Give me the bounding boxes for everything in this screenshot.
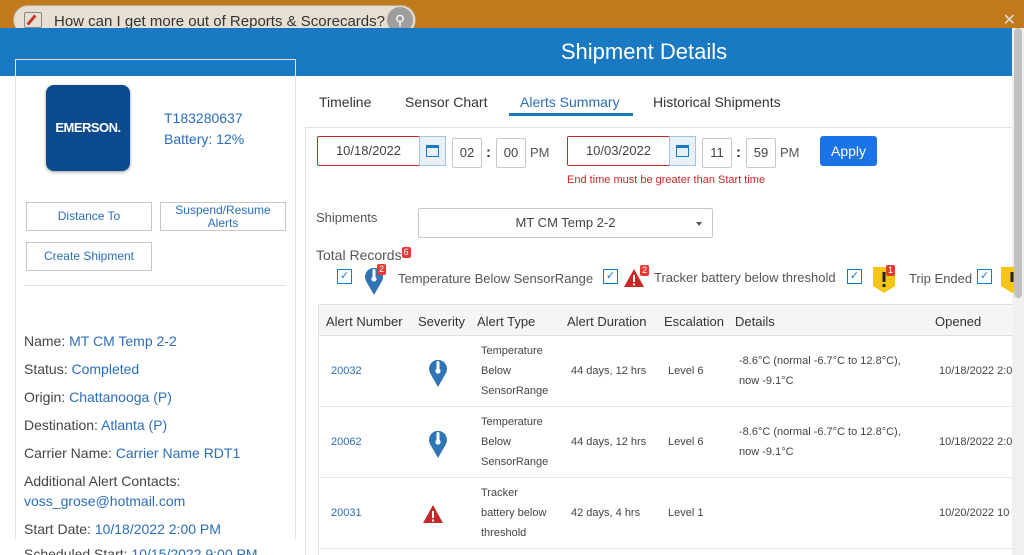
end-calendar-button[interactable] [669, 136, 696, 166]
create-shipment-button[interactable]: Create Shipment [26, 242, 152, 271]
emerson-logo: EMERSON. [46, 85, 130, 171]
alerts-summary-panel: 10/18/2022 02 : 00 PM 10/03/2022 11 : 59… [305, 127, 1014, 555]
thermometer-pin-icon [427, 427, 449, 464]
divider [24, 285, 286, 286]
alert-type: Temperature Below SensorRange [481, 345, 549, 397]
info-destination: Destination: Atlanta (P) [24, 417, 168, 433]
alert-type: Tracker battery below threshold [481, 487, 547, 539]
opened-date: 10/20/2022 10 [939, 507, 1010, 519]
thermometer-pin-icon: 2 [363, 264, 387, 296]
escalation-level: Level 6 [668, 365, 704, 377]
active-tab-underline [509, 113, 633, 116]
start-minute-input[interactable]: 00 [496, 138, 526, 168]
alerts-table: Alert Number Severity Alert Type Alert D… [318, 304, 1013, 555]
header-severity[interactable]: Severity [418, 314, 465, 329]
filter-checkbox-extra[interactable]: ✓ [977, 269, 992, 284]
table-row[interactable]: 20031 Tracker battery below threshold 42 d… [319, 478, 1013, 549]
battery-level: Battery: 12% [164, 131, 245, 147]
filter-label-trip-ended: Trip Ended [909, 271, 973, 286]
tab-timeline[interactable]: Timeline [319, 94, 371, 110]
tab-historical-shipments[interactable]: Historical Shipments [653, 94, 781, 110]
start-ampm[interactable]: PM [530, 145, 550, 160]
trip-ended-flag-icon: 1 [872, 265, 896, 294]
shipments-select[interactable]: MT CM Temp 2-2 [418, 208, 713, 238]
total-records: Total Records 6 [316, 247, 411, 263]
chevron-down-icon [696, 222, 702, 226]
header-alert-duration[interactable]: Alert Duration [567, 314, 646, 329]
end-date-input[interactable]: 10/03/2022 [567, 136, 670, 166]
info-origin: Origin: Chattanooga (P) [24, 389, 172, 405]
battery-filter-badge: 2 [640, 265, 650, 276]
origin-link[interactable]: Chattanooga (P) [69, 389, 172, 405]
end-minute-input[interactable]: 59 [746, 138, 776, 168]
suspend-resume-alerts-button[interactable]: Suspend/Resume Alerts [160, 202, 286, 231]
header-alert-number[interactable]: Alert Number [326, 314, 403, 329]
start-time-colon: : [486, 144, 491, 161]
alert-number-link[interactable]: 20062 [331, 432, 362, 452]
scrollbar-thumb[interactable] [1014, 28, 1022, 298]
calendar-icon [426, 145, 439, 157]
alert-type: Temperature Below SensorRange [481, 416, 549, 468]
info-scheduled-start: Scheduled Start: 10/15/2022 9:00 PM [24, 546, 258, 555]
warning-triangle-icon: 2 [623, 265, 650, 288]
end-hour-input[interactable]: 11 [702, 138, 732, 168]
table-header: Alert Number Severity Alert Type Alert D… [319, 305, 1013, 336]
validation-error: End time must be greater than Start time [567, 174, 766, 186]
info-additional-contacts: voss_grose@hotmail.com [24, 493, 186, 509]
end-ampm[interactable]: PM [780, 145, 800, 160]
distance-to-button[interactable]: Distance To [26, 202, 152, 231]
alert-duration: 44 days, 12 hrs [571, 436, 647, 448]
opened-date: 10/18/2022 2:0 [939, 436, 1013, 448]
opened-date: 10/18/2022 2:0 [939, 365, 1013, 377]
warning-flag-icon [1000, 266, 1014, 294]
shipments-selected-value: MT CM Temp 2-2 [515, 215, 616, 230]
device-info-panel: EMERSON. T183280637 Battery: 12% Distanc… [15, 59, 296, 555]
close-icon[interactable]: ✕ [1003, 10, 1016, 30]
warning-triangle-icon [422, 504, 444, 529]
total-records-badge: 6 [401, 247, 411, 258]
alert-number-link[interactable]: 20031 [331, 503, 362, 523]
start-date-input[interactable]: 10/18/2022 [317, 136, 420, 166]
alert-details: -8.6°C (normal -6.7°C to 12.8°C), now -9.… [739, 426, 901, 458]
filter-checkbox-trip-ended[interactable]: ✓ [847, 269, 862, 284]
tab-sensor-chart[interactable]: Sensor Chart [405, 94, 487, 110]
filter-checkbox-temperature[interactable]: ✓ [337, 269, 352, 284]
edit-icon [24, 12, 42, 28]
temperature-filter-badge: 2 [377, 264, 387, 275]
header-alert-type[interactable]: Alert Type [477, 314, 535, 329]
info-status: Status: Completed [24, 361, 140, 377]
tab-alerts-summary[interactable]: Alerts Summary [520, 94, 620, 110]
info-start-date: Start Date: 10/18/2022 2:00 PM [24, 521, 221, 537]
header-escalation[interactable]: Escalation [664, 314, 724, 329]
alert-duration: 42 days, 4 hrs [571, 507, 641, 519]
alert-details: -8.6°C (normal -6.7°C to 12.8°C), now -9.… [739, 355, 901, 387]
alert-number-link[interactable]: 20032 [331, 361, 362, 381]
modal-title: Shipment Details [560, 39, 728, 64]
start-calendar-button[interactable] [419, 136, 446, 166]
calendar-icon [676, 145, 689, 157]
escalation-level: Level 1 [668, 507, 704, 519]
thermometer-pin-icon [427, 356, 449, 393]
header-opened[interactable]: Opened [935, 314, 981, 329]
end-time-colon: : [736, 144, 741, 161]
shipments-label: Shipments [316, 210, 378, 225]
info-additional-contacts-label: Additional Alert Contacts: [24, 473, 181, 489]
filter-checkbox-battery[interactable]: ✓ [603, 269, 618, 284]
info-carrier: Carrier Name: Carrier Name RDT1 [24, 445, 241, 461]
device-id: T183280637 [164, 110, 243, 126]
table-row[interactable]: 20032 Temperature Below SensorRange 44 day… [319, 336, 1013, 407]
filter-label-battery: Tracker battery below threshold [654, 270, 836, 285]
alert-duration: 44 days, 12 hrs [571, 365, 647, 377]
header-details[interactable]: Details [735, 314, 775, 329]
trip-ended-filter-badge: 1 [886, 265, 896, 276]
filter-label-temperature: Temperature Below SensorRange [398, 271, 594, 286]
info-name: Name: MT CM Temp 2-2 [24, 333, 177, 349]
apply-button[interactable]: Apply [820, 136, 877, 166]
table-row[interactable]: 20062 Temperature Below SensorRange 44 day… [319, 407, 1013, 478]
start-hour-input[interactable]: 02 [452, 138, 482, 168]
destination-link[interactable]: Atlanta (P) [101, 417, 167, 433]
escalation-level: Level 6 [668, 436, 704, 448]
